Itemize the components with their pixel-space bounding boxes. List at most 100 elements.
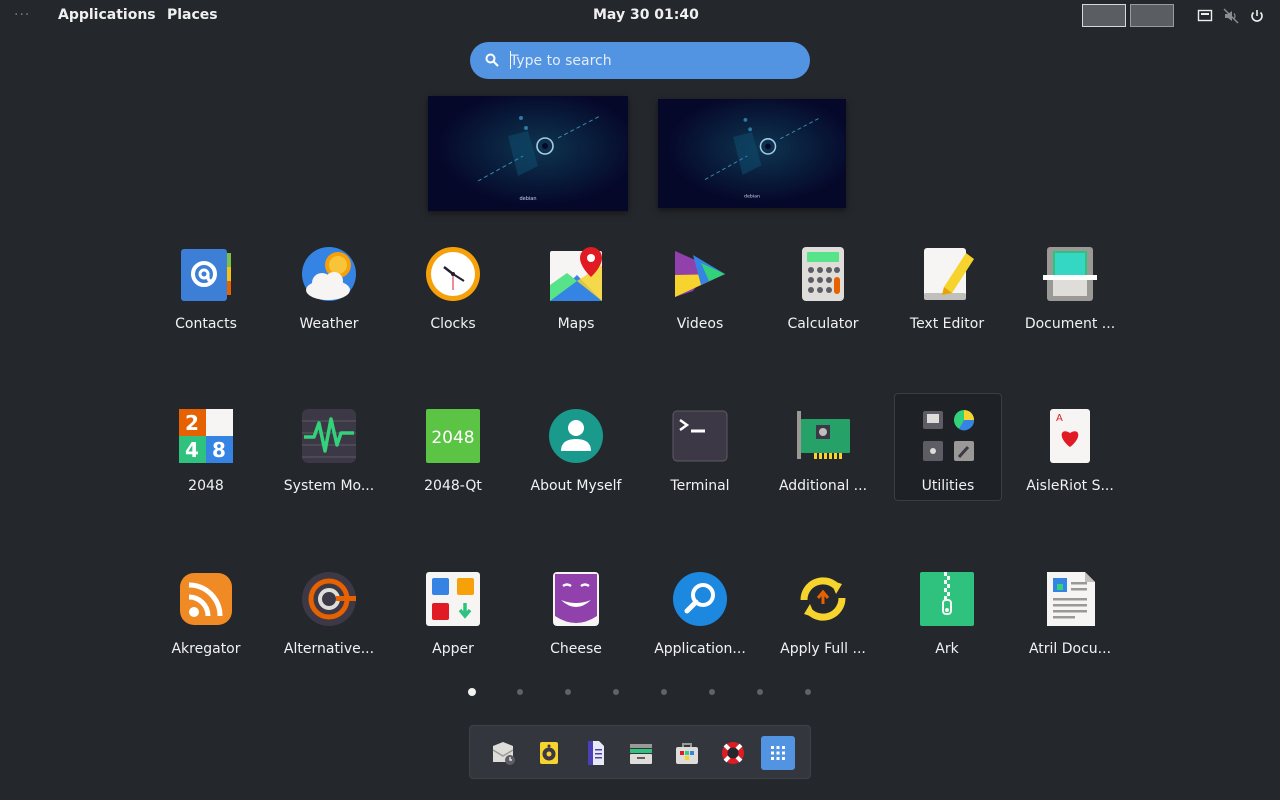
volume-muted-icon[interactable] <box>1223 8 1239 24</box>
weather-icon <box>302 247 356 301</box>
app-about-myself[interactable]: About Myself <box>516 407 636 513</box>
apper-icon <box>426 572 480 626</box>
page-indicator-2[interactable] <box>517 689 523 695</box>
app-label: System Mo... <box>283 478 375 494</box>
atril-icon <box>1047 572 1095 626</box>
text-caret <box>510 51 511 69</box>
debian-wallpaper: debian <box>658 99 846 208</box>
page-indicator-4[interactable] <box>613 689 619 695</box>
workspace-preview-1[interactable]: debian <box>428 96 628 211</box>
app-label: Calculator <box>787 316 859 332</box>
search-icon <box>485 53 499 67</box>
workspace-switcher-2[interactable] <box>1130 4 1174 27</box>
app-label: Maps <box>557 316 595 332</box>
app-videos[interactable]: Videos <box>640 245 760 351</box>
app-label: About Myself <box>530 478 622 494</box>
additional-drivers-icon <box>797 411 850 459</box>
svg-text:A: A <box>1056 413 1063 424</box>
power-icon[interactable] <box>1249 8 1265 24</box>
app-label: Atril Docu... <box>1028 641 1112 657</box>
search-input[interactable] <box>510 50 790 72</box>
app-contacts[interactable]: Contacts <box>146 245 266 351</box>
app-label: Videos <box>676 316 724 332</box>
app-label: AisleRiot S... <box>1026 478 1114 494</box>
alternatives-icon <box>302 572 356 626</box>
page-indicator-1[interactable] <box>468 688 476 696</box>
network-icon[interactable] <box>1197 8 1213 24</box>
app-label: 2048 <box>188 478 224 494</box>
system-monitor-icon <box>302 409 356 463</box>
app-alternatives[interactable]: Alternative... <box>269 570 389 676</box>
app-calculator[interactable]: Calculator <box>763 245 883 351</box>
app-clocks[interactable]: Clocks <box>393 245 513 351</box>
tile-digit: 4 <box>185 438 199 462</box>
places-menu[interactable]: Places <box>167 7 218 23</box>
clock[interactable]: May 30 01:40 <box>593 7 699 23</box>
wallpaper-caption: debian <box>744 194 760 200</box>
page-indicator-7[interactable] <box>757 689 763 695</box>
icon-text: 2048 <box>431 428 474 448</box>
app-label: Akregator <box>171 641 241 657</box>
app-akregator[interactable]: Akregator <box>146 570 266 676</box>
applications-menu[interactable]: Applications <box>58 7 156 23</box>
app-ark[interactable]: Ark <box>887 570 1007 676</box>
contacts-icon <box>181 249 231 301</box>
document-viewer-icon[interactable] <box>580 738 610 768</box>
app-maps[interactable]: Maps <box>516 245 636 351</box>
app-weather[interactable]: Weather <box>269 245 389 351</box>
show-applications-button[interactable] <box>761 736 795 770</box>
calculator-icon <box>802 247 844 301</box>
application-finder-icon <box>673 572 727 626</box>
page-indicator-8[interactable] <box>805 689 811 695</box>
videos-icon <box>675 251 725 297</box>
app-label: Weather <box>299 316 359 332</box>
app-label: Application... <box>654 641 746 657</box>
app-label: Terminal <box>670 478 730 494</box>
app-additional-drivers[interactable]: Additional ... <box>763 407 883 513</box>
maps-icon <box>550 247 602 301</box>
page-indicator-5[interactable] <box>661 689 667 695</box>
app-document-scanner[interactable]: Document ... <box>1010 245 1130 351</box>
tile-digit: 2 <box>185 411 199 435</box>
app-application-finder[interactable]: Application... <box>640 570 760 676</box>
app-utilities-folder[interactable]: Utilities <box>894 393 1002 501</box>
app-apper[interactable]: Apper <box>393 570 513 676</box>
app-2048[interactable]: 2 4 8 2048 <box>146 407 266 513</box>
aisleriot-icon: A <box>1050 409 1090 463</box>
terminal-icon <box>672 410 728 462</box>
app-apply-full-upgrade[interactable]: Apply Full ... <box>763 570 883 676</box>
workspace-preview-2[interactable]: debian <box>658 99 846 208</box>
search-box[interactable] <box>470 42 810 79</box>
app-label: Additional ... <box>778 478 868 494</box>
file-manager-icon[interactable] <box>626 738 656 768</box>
debian-wallpaper: debian <box>428 96 628 211</box>
dock <box>469 725 811 779</box>
page-indicator-6[interactable] <box>709 689 715 695</box>
cheese-icon <box>553 572 599 626</box>
help-icon[interactable] <box>718 738 748 768</box>
app-label: Contacts <box>175 316 237 332</box>
app-cheese[interactable]: Cheese <box>516 570 636 676</box>
app-text-editor[interactable]: Text Editor <box>887 245 1007 351</box>
page-indicator-3[interactable] <box>565 689 571 695</box>
tile-digit: 8 <box>212 438 226 462</box>
app-2048-qt[interactable]: 2048 2048-Qt <box>393 407 513 513</box>
mail-icon[interactable] <box>488 738 518 768</box>
utilities-folder-icon <box>923 410 975 461</box>
app-system-monitor[interactable]: System Mo... <box>269 407 389 513</box>
app-label: Apply Full ... <box>780 641 866 657</box>
app-aisleriot[interactable]: A AisleRiot S... <box>1010 407 1130 513</box>
app-terminal[interactable]: Terminal <box>640 407 760 513</box>
app-atril[interactable]: Atril Docu... <box>1010 570 1130 676</box>
top-bar: ··· Applications Places May 30 01:40 <box>0 0 1280 32</box>
app-label: Text Editor <box>909 316 985 332</box>
ark-icon <box>920 572 974 626</box>
rhythmbox-icon[interactable] <box>534 738 564 768</box>
about-myself-icon <box>549 409 603 463</box>
activities-button[interactable]: ··· <box>14 7 30 23</box>
software-center-icon[interactable] <box>672 738 702 768</box>
workspace-switcher-1[interactable] <box>1082 4 1126 27</box>
text-editor-icon <box>924 248 974 300</box>
show-applications-icon <box>771 746 785 760</box>
akregator-icon <box>180 573 232 625</box>
